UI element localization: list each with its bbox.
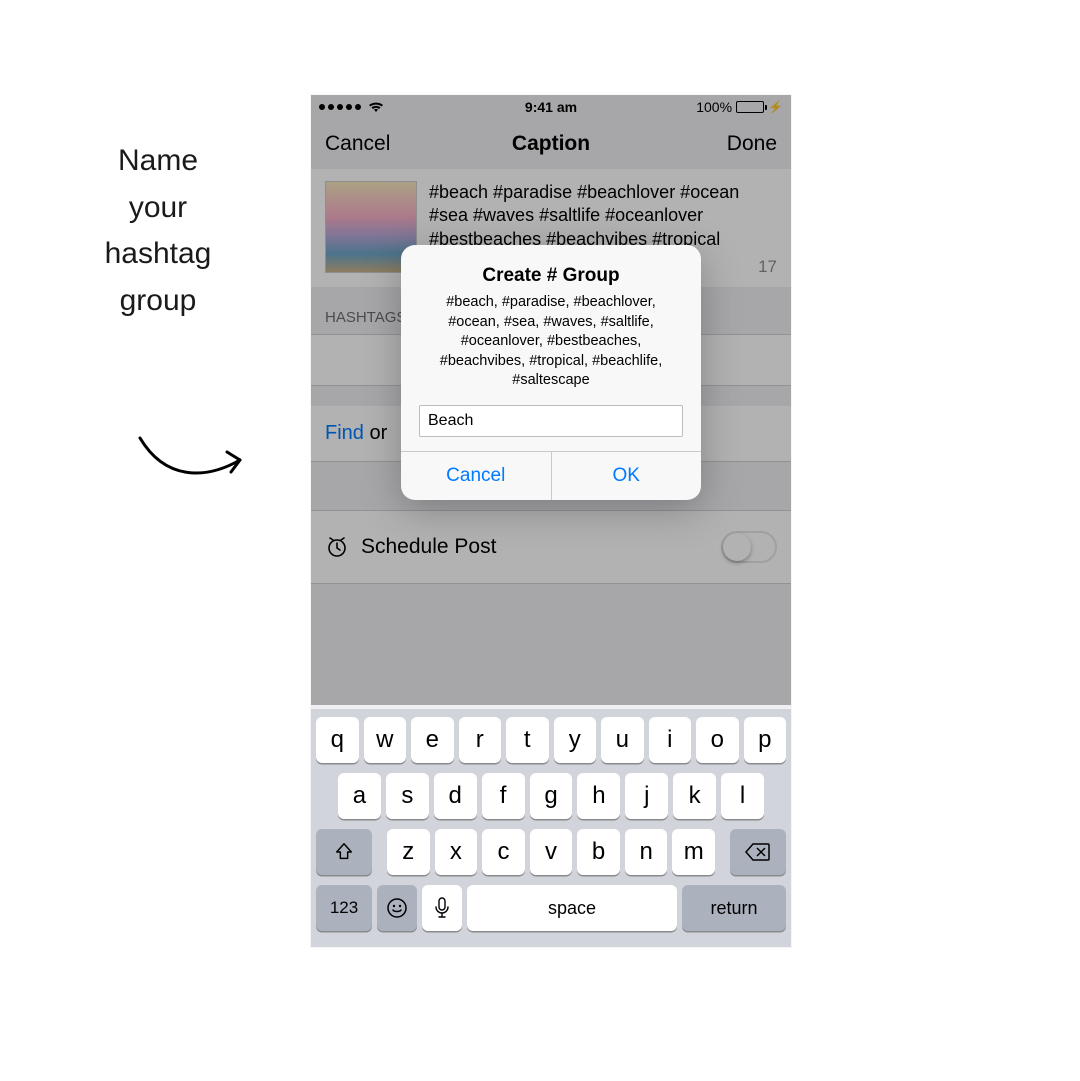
modal-cancel-button[interactable]: Cancel xyxy=(401,452,551,500)
emoji-key[interactable] xyxy=(377,885,417,931)
group-name-input[interactable] xyxy=(419,405,683,437)
key-p[interactable]: p xyxy=(744,717,787,763)
modal-message: #beach, #paradise, #beachlover, #ocean, … xyxy=(419,293,683,391)
key-d[interactable]: d xyxy=(434,773,477,819)
key-j[interactable]: j xyxy=(625,773,668,819)
space-key[interactable]: space xyxy=(467,885,677,931)
key-c[interactable]: c xyxy=(482,829,525,875)
key-o[interactable]: o xyxy=(696,717,739,763)
key-u[interactable]: u xyxy=(601,717,644,763)
annotation-line: your xyxy=(58,185,258,232)
key-z[interactable]: z xyxy=(387,829,430,875)
dictation-key[interactable] xyxy=(422,885,462,931)
key-r[interactable]: r xyxy=(459,717,502,763)
key-f[interactable]: f xyxy=(482,773,525,819)
key-e[interactable]: e xyxy=(411,717,454,763)
shift-key[interactable] xyxy=(316,829,372,875)
numeric-key[interactable]: 123 xyxy=(316,885,372,931)
key-i[interactable]: i xyxy=(649,717,692,763)
create-group-modal: Create # Group #beach, #paradise, #beach… xyxy=(401,245,701,500)
backspace-key[interactable] xyxy=(730,829,786,875)
key-a[interactable]: a xyxy=(338,773,381,819)
key-k[interactable]: k xyxy=(673,773,716,819)
key-w[interactable]: w xyxy=(364,717,407,763)
key-q[interactable]: q xyxy=(316,717,359,763)
key-n[interactable]: n xyxy=(625,829,668,875)
key-b[interactable]: b xyxy=(577,829,620,875)
key-s[interactable]: s xyxy=(386,773,429,819)
keyboard: qwertyuiop asdfghjkl zxcvbnm 123 space r… xyxy=(311,709,791,947)
key-y[interactable]: y xyxy=(554,717,597,763)
annotation-line: hashtag xyxy=(58,231,258,278)
key-t[interactable]: t xyxy=(506,717,549,763)
key-v[interactable]: v xyxy=(530,829,573,875)
annotation-label: Name your hashtag group xyxy=(58,138,258,324)
key-l[interactable]: l xyxy=(721,773,764,819)
key-x[interactable]: x xyxy=(435,829,478,875)
arrow-icon xyxy=(135,430,255,490)
key-h[interactable]: h xyxy=(577,773,620,819)
key-g[interactable]: g xyxy=(530,773,573,819)
modal-ok-button[interactable]: OK xyxy=(551,452,702,500)
annotation-line: group xyxy=(58,278,258,325)
annotation-line: Name xyxy=(58,138,258,185)
return-key[interactable]: return xyxy=(682,885,786,931)
phone-frame: 9:41 am 100% ⚡ Cancel Caption Done #beac… xyxy=(311,95,791,947)
key-m[interactable]: m xyxy=(672,829,715,875)
modal-title: Create # Group xyxy=(419,265,683,287)
